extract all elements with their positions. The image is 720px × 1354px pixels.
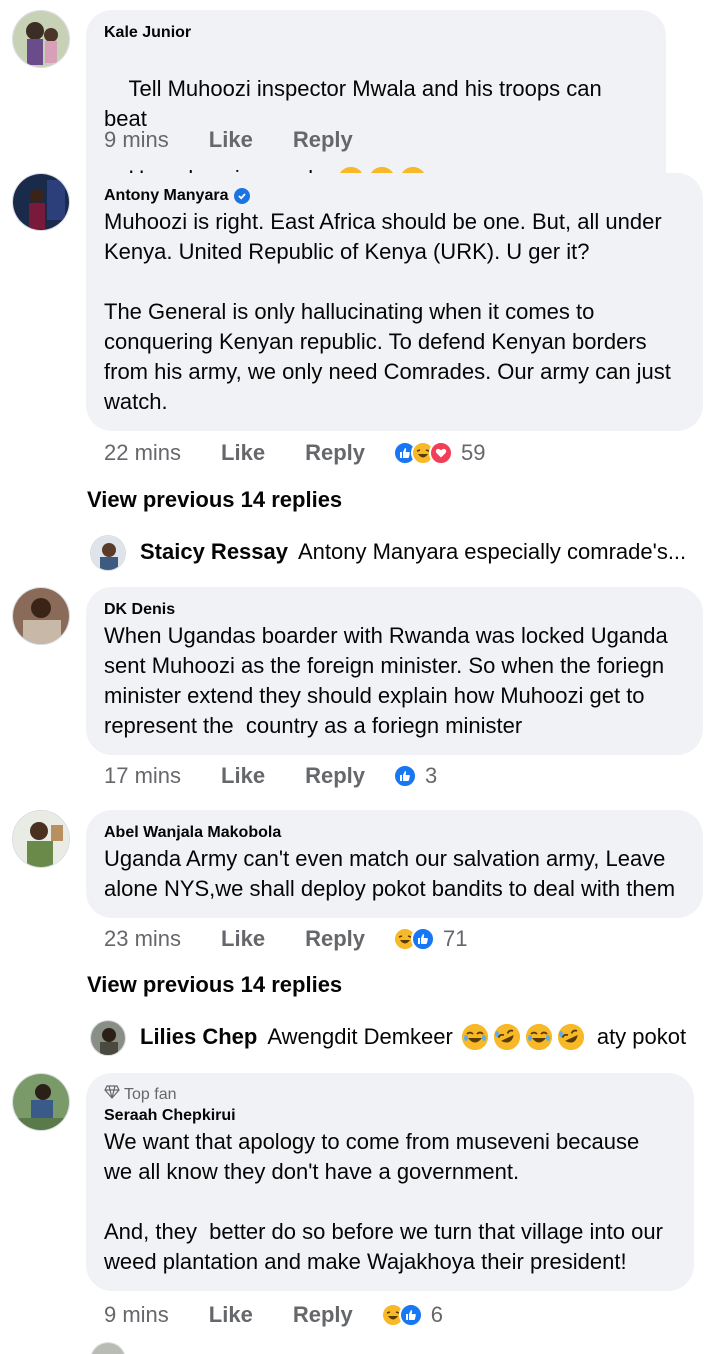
comment-author[interactable]: DK Denis xyxy=(104,599,685,621)
avatar-antony-manyara[interactable] xyxy=(12,173,70,231)
comment-text: Muhoozi is right. East Africa should be … xyxy=(104,209,671,414)
reply-button[interactable]: Reply xyxy=(305,763,365,789)
reaction-count[interactable]: 71 xyxy=(443,926,467,952)
reply-preview-text: aty pokot xyxy=(596,1024,687,1049)
avatar-staicy-ressay[interactable] xyxy=(90,535,126,571)
like-button[interactable]: Like xyxy=(221,763,265,789)
comment-time[interactable]: 9 mins xyxy=(104,1302,169,1328)
reactions-summary[interactable] xyxy=(393,764,417,788)
comment-author[interactable]: Kale Junior xyxy=(104,22,648,44)
badge-label: Top fan xyxy=(124,1086,177,1103)
avatar-seraah-chepkirui[interactable] xyxy=(12,1073,70,1131)
comment-time[interactable]: 22 mins xyxy=(104,440,181,466)
avatar-dk-denis[interactable] xyxy=(12,587,70,645)
comment-meta: 23 mins Like Reply 71 xyxy=(104,923,467,955)
reactions-summary[interactable] xyxy=(393,927,435,951)
like-button[interactable]: Like xyxy=(221,440,265,466)
top-fan-badge: Top fan xyxy=(104,1085,676,1105)
reaction-count[interactable]: 3 xyxy=(425,763,437,789)
comment-time[interactable]: 17 mins xyxy=(104,763,181,789)
comment-author[interactable]: Seraah Chepkirui xyxy=(104,1105,676,1127)
comment-time[interactable]: 9 mins xyxy=(104,127,169,153)
avatar-abel-wanjala-makobola[interactable] xyxy=(12,810,70,868)
emoji-group xyxy=(461,1024,585,1050)
reply-preview-text: Antony Manyara especially comrade's... xyxy=(298,539,687,564)
reaction-count[interactable]: 6 xyxy=(431,1302,443,1328)
rolling-laughing-emoji-icon xyxy=(493,1024,520,1050)
reply-button[interactable]: Reply xyxy=(293,1302,353,1328)
comment-text: We want that apology to come from museve… xyxy=(104,1129,663,1274)
like-reaction-icon xyxy=(393,764,417,788)
comment-bubble: Antony Manyara Muhoozi is right. East Af… xyxy=(86,173,703,431)
rolling-laughing-emoji-icon xyxy=(557,1024,584,1050)
reply-preview-author[interactable]: Staicy Ressay xyxy=(140,539,288,565)
love-reaction-icon xyxy=(429,441,453,465)
avatar-kale-junior[interactable] xyxy=(12,10,70,68)
reactions-summary[interactable] xyxy=(380,1303,423,1327)
comment-author-row: Antony Manyara xyxy=(104,185,685,207)
comment-bubble: Top fan Seraah Chepkirui We want that ap… xyxy=(86,1073,694,1291)
tears-of-joy-emoji-icon xyxy=(461,1024,488,1050)
like-button[interactable]: Like xyxy=(209,1302,253,1328)
comment-text: Uganda Army can't even match our salvati… xyxy=(104,846,676,901)
like-reaction-icon xyxy=(398,1303,423,1327)
like-button[interactable]: Like xyxy=(221,926,265,952)
comment-time[interactable]: 23 mins xyxy=(104,926,181,952)
comment-meta: 9 mins Like Reply 6 xyxy=(104,1299,443,1331)
verified-badge-icon xyxy=(234,188,251,204)
reply-button[interactable]: Reply xyxy=(293,127,353,153)
like-button[interactable]: Like xyxy=(209,127,253,153)
like-reaction-icon xyxy=(411,927,435,951)
view-previous-replies-link[interactable]: View previous 14 replies xyxy=(87,972,342,998)
comment-text: When Ugandas boarder with Rwanda was loc… xyxy=(104,623,668,738)
comment-author[interactable]: Abel Wanjala Makobola xyxy=(104,822,685,844)
avatar-lilies-chep[interactable] xyxy=(90,1020,126,1056)
comment-bubble: Abel Wanjala Makobola Uganda Army can't … xyxy=(86,810,703,918)
comment-author[interactable]: Antony Manyara xyxy=(104,185,228,207)
reactions-summary[interactable] xyxy=(393,441,453,465)
diamond-icon xyxy=(104,1085,120,1105)
avatar-next-reply[interactable] xyxy=(90,1342,126,1354)
reply-preview-author[interactable]: Lilies Chep xyxy=(140,1024,257,1050)
reply-button[interactable]: Reply xyxy=(305,440,365,466)
comment-bubble: DK Denis When Ugandas boarder with Rwand… xyxy=(86,587,703,755)
comment-meta: 9 mins Like Reply xyxy=(104,124,381,156)
tears-of-joy-emoji-icon xyxy=(525,1024,552,1050)
comment-line: Tell Muhoozi inspector Mwala and his tro… xyxy=(104,76,608,131)
reply-preview-text: Awengdit Demkeer xyxy=(267,1024,453,1049)
view-previous-replies-link[interactable]: View previous 14 replies xyxy=(87,487,342,513)
reaction-count[interactable]: 59 xyxy=(461,440,485,466)
reply-preview[interactable]: Staicy Ressay Antony Manyara especially … xyxy=(140,539,686,565)
comment-meta: 17 mins Like Reply 3 xyxy=(104,760,437,792)
reply-preview[interactable]: Lilies Chep Awengdit Demkeer aty pokot xyxy=(140,1024,686,1050)
reply-button[interactable]: Reply xyxy=(305,926,365,952)
comment-meta: 22 mins Like Reply 59 xyxy=(104,437,485,469)
